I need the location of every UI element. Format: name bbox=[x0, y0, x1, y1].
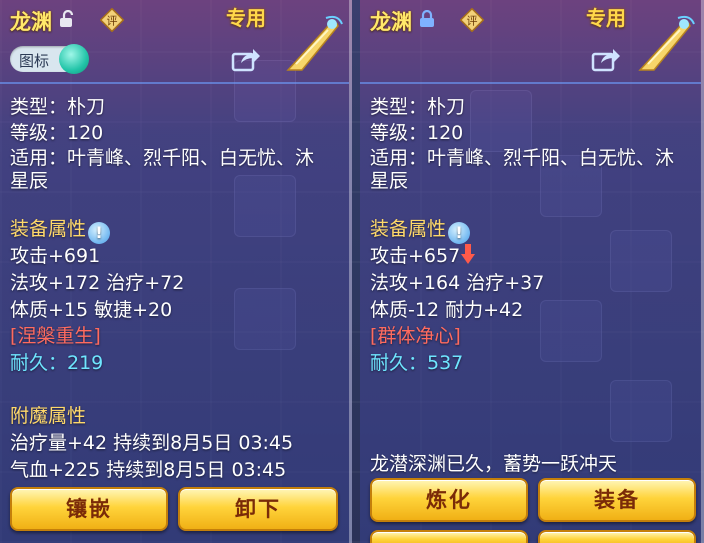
unlocked-icon[interactable] bbox=[58, 10, 76, 28]
more-button[interactable] bbox=[538, 530, 696, 543]
inlay-button[interactable]: 镶嵌 bbox=[10, 487, 168, 531]
unequip-button[interactable]: 卸下 bbox=[178, 487, 338, 531]
tooltip-header: 龙渊 评 专用 图标 bbox=[0, 0, 349, 84]
enchant-attr-title: 附魔属性 bbox=[10, 405, 87, 427]
flavor-text: 龙潜深渊已久，蓄势一跃冲天 bbox=[370, 453, 618, 475]
equip-attr-label: 装备属性 bbox=[370, 218, 447, 240]
usable-line-cont: 星辰 bbox=[370, 170, 409, 192]
rate-icon[interactable]: 评 bbox=[100, 8, 124, 32]
equip-attr-label: 装备属性 bbox=[10, 218, 87, 240]
durability-line: 耐久：537 bbox=[370, 352, 464, 374]
durability-line: 耐久：219 bbox=[10, 352, 104, 374]
share-icon[interactable] bbox=[591, 46, 621, 72]
attack-value: 攻击+657 bbox=[370, 245, 461, 267]
svg-text:评: 评 bbox=[107, 15, 118, 28]
item-name: 龙渊 bbox=[370, 10, 412, 34]
equip-attr-title: 装备属性! bbox=[370, 214, 471, 244]
exclusive-label: 专用 bbox=[226, 6, 266, 30]
sword-icon bbox=[286, 15, 343, 71]
lock-icon[interactable] bbox=[418, 10, 436, 28]
svg-text:评: 评 bbox=[467, 15, 478, 28]
enchant-line: 气血+225 持续到8月5日 03:45 bbox=[10, 459, 287, 481]
usable-line-cont: 星辰 bbox=[10, 170, 49, 192]
toggle-label: 图标 bbox=[19, 52, 50, 70]
equip-attr-title: 装备属性! bbox=[10, 214, 111, 244]
attack-line: 攻击+691 bbox=[10, 245, 101, 267]
icon-toggle[interactable]: 图标 bbox=[10, 44, 90, 74]
item-name: 龙渊 bbox=[10, 10, 52, 34]
type-line: 类型：朴刀 bbox=[370, 96, 466, 118]
tooltip-header: 龙渊 评 专用 bbox=[360, 0, 701, 84]
attack-line: 攻击+657 bbox=[370, 241, 476, 268]
header-divider bbox=[0, 82, 349, 84]
header-divider bbox=[360, 82, 701, 84]
magic-heal-line: 法攻+164 治疗+37 bbox=[370, 272, 545, 294]
toggle-knob bbox=[59, 44, 89, 74]
usable-line: 适用：叶青峰、烈千阳、白无忧、沐 bbox=[370, 147, 675, 169]
stats-line: 体质+15 敏捷+20 bbox=[10, 299, 173, 321]
usable-line: 适用：叶青峰、烈千阳、白无忧、沐 bbox=[10, 147, 315, 169]
share-icon[interactable] bbox=[231, 46, 261, 72]
enchant-line: 治疗量+42 持续到8月5日 03:45 bbox=[10, 432, 294, 454]
level-line: 等级：120 bbox=[10, 122, 104, 144]
magic-heal-line: 法攻+172 治疗+72 bbox=[10, 272, 185, 294]
rate-icon[interactable]: 评 bbox=[460, 8, 484, 32]
sword-icon bbox=[638, 15, 695, 71]
equip-button[interactable]: 装备 bbox=[538, 478, 696, 522]
level-line: 等级：120 bbox=[370, 122, 464, 144]
arrow-down-icon bbox=[461, 244, 476, 264]
special-effect: [群体净心] bbox=[370, 325, 461, 347]
type-line: 类型：朴刀 bbox=[10, 96, 106, 118]
more-button[interactable] bbox=[370, 530, 528, 543]
refine-button[interactable]: 炼化 bbox=[370, 478, 528, 522]
special-effect: [涅槃重生] bbox=[10, 325, 101, 347]
stats-line: 体质-12 耐力+42 bbox=[370, 299, 524, 321]
exclusive-label: 专用 bbox=[586, 6, 626, 30]
equipped-item-tooltip: 龙渊 评 专用 图标 类型：朴刀 等级：120 适用：叶青峰、烈千阳、白无忧、沐 bbox=[0, 0, 352, 543]
compare-item-tooltip: 龙渊 评 专用 类型：朴刀 等级：120 适用：叶青峰、烈千阳、白无忧、沐 星辰… bbox=[360, 0, 704, 543]
